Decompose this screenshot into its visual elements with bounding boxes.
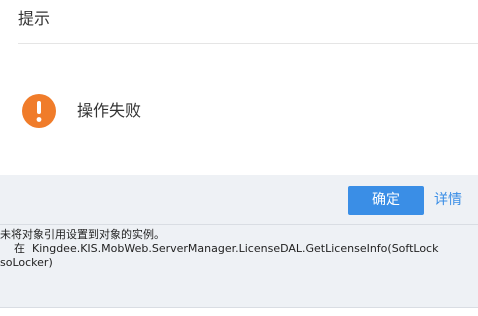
dialog-footer: 确定 详情 xyxy=(0,175,478,224)
details-link[interactable]: 详情 xyxy=(434,191,462,209)
ok-button[interactable]: 确定 xyxy=(348,186,424,215)
dialog-body: 操作失败 xyxy=(0,44,478,175)
warning-exclamation-icon xyxy=(22,94,56,128)
error-dialog: 提示 操作失败 确定 详情 未将对象引用设置到对象的实例。 在 Kingdee.… xyxy=(0,0,478,316)
error-message: 操作失败 xyxy=(77,101,142,120)
dialog-header: 提示 xyxy=(0,0,478,44)
error-details-panel[interactable]: 未将对象引用设置到对象的实例。 在 Kingdee.KIS.MobWeb.Ser… xyxy=(0,224,478,308)
error-details-text: 未将对象引用设置到对象的实例。 在 Kingdee.KIS.MobWeb.Ser… xyxy=(0,228,439,269)
dialog-title: 提示 xyxy=(18,9,51,28)
